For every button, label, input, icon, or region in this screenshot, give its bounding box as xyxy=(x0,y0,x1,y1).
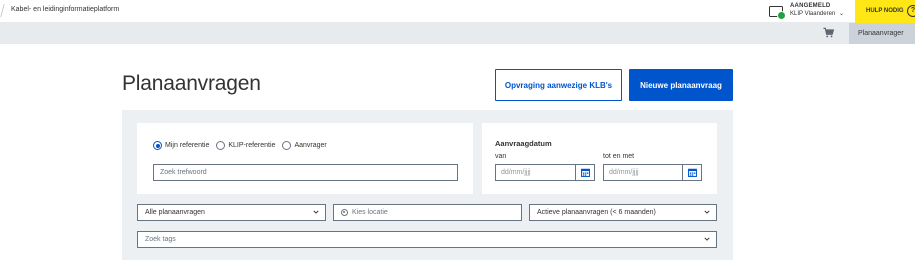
chevron-down-icon xyxy=(313,210,319,214)
secondary-nav: Planaanvrager xyxy=(0,23,915,44)
radio-aanvrager[interactable]: Aanvrager xyxy=(282,141,327,150)
active-requests-select[interactable]: Actieve planaanvragen (< 6 maanden) xyxy=(529,204,717,221)
location-select[interactable]: Kies locatie xyxy=(333,204,522,221)
select-value: Actieve planaanvragen (< 6 maanden) xyxy=(537,209,656,216)
date-to-placeholder: dd/mm/jjjj xyxy=(609,169,639,176)
radio-button[interactable] xyxy=(153,141,162,150)
account-org[interactable]: KLIP Vlaanderen xyxy=(790,11,835,17)
existing-klb-button[interactable]: Opvraging aanwezige KLB's xyxy=(495,69,622,101)
date-from-placeholder: dd/mm/jjjj xyxy=(501,169,531,176)
radio-klip-referentie[interactable]: KLIP-referentie xyxy=(216,141,275,150)
chevron-down-icon xyxy=(704,237,710,241)
account-status[interactable]: AANGEMELD xyxy=(790,3,830,9)
reference-radio-group: Mijn referentie KLIP-referentie Aanvrage… xyxy=(153,141,334,150)
help-icon: ? xyxy=(907,5,915,17)
chevron-down-icon[interactable]: ⌄ xyxy=(839,10,844,17)
keyword-search-input[interactable]: Zoek trefwoord xyxy=(153,164,458,181)
radio-button[interactable] xyxy=(282,141,292,150)
date-to-label: tot en met xyxy=(603,153,635,160)
top-header: Kabel- en leidinginformatieplatform AANG… xyxy=(0,0,915,23)
tab-planaanvrager[interactable]: Planaanvrager xyxy=(849,23,915,44)
radio-mijn-referentie[interactable]: Mijn referentie xyxy=(153,141,209,150)
tags-placeholder: Zoek tags xyxy=(145,236,176,243)
date-from-label: van xyxy=(495,153,507,160)
chevron-down-icon xyxy=(704,210,710,214)
date-heading: Aanvraagdatum xyxy=(495,139,552,148)
radio-label: KLIP-referentie xyxy=(228,142,276,149)
site-title[interactable]: Kabel- en leidinginformatieplatform xyxy=(11,6,119,13)
radio-label: Mijn referentie xyxy=(165,142,210,149)
select-value: Alle planaanvragen xyxy=(145,209,205,216)
location-placeholder: Kies locatie xyxy=(352,209,388,216)
cart-icon[interactable] xyxy=(823,27,834,38)
date-from-field[interactable]: dd/mm/jjjj xyxy=(495,164,595,181)
header-divider xyxy=(0,4,5,17)
location-icon xyxy=(341,209,348,216)
tab-label: Planaanvrager xyxy=(858,30,904,37)
account-icon[interactable] xyxy=(769,6,786,20)
request-type-select[interactable]: Alle planaanvragen xyxy=(137,204,326,221)
new-request-button[interactable]: Nieuwe planaanvraag xyxy=(629,69,733,101)
tags-search-select[interactable]: Zoek tags xyxy=(137,231,717,248)
radio-label: Aanvrager xyxy=(294,142,327,149)
page-title: Planaanvragen xyxy=(122,72,261,95)
date-panel xyxy=(482,123,717,194)
help-label: HULP NODIG xyxy=(866,8,904,14)
radio-button[interactable] xyxy=(216,141,226,150)
calendar-icon[interactable] xyxy=(682,165,701,180)
help-button[interactable]: HULP NODIG ? xyxy=(855,0,915,23)
calendar-icon[interactable] xyxy=(575,165,594,180)
date-to-field[interactable]: dd/mm/jjjj xyxy=(603,164,702,181)
search-panel xyxy=(137,123,473,194)
